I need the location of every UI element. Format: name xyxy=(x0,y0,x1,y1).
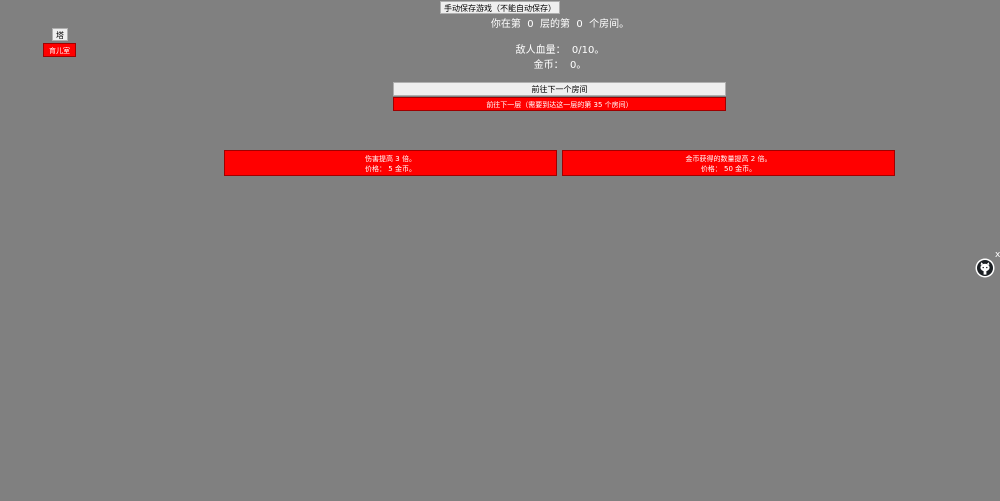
upgrade-description: 伤害提高 3 倍。 xyxy=(365,155,416,163)
upgrade-description: 金币获得的数量提高 2 倍。 xyxy=(685,155,772,163)
location-text: 你在第 0 层的第 0 个房间。 xyxy=(490,19,630,30)
upgrade-price: 价格： 5 金币。 xyxy=(365,165,416,173)
next-floor-button[interactable]: 前往下一层（需要到达这一层的第 35 个房间） xyxy=(393,97,726,111)
enemy-hp-text: 敌人血量： 0/10。 xyxy=(515,45,605,56)
next-room-button[interactable]: 前往下一个房间 xyxy=(393,82,726,96)
gold-upgrade-button[interactable]: 金币获得的数量提高 2 倍。 价格： 50 金币。 xyxy=(562,150,895,176)
sidebar-red-button[interactable]: 育儿室 xyxy=(43,43,76,57)
github-octocat-icon[interactable] xyxy=(975,258,995,278)
game-page: 手动保存游戏（不能自动保存） 塔 育儿室 你在第 0 层的第 0 个房间。 敌人… xyxy=(0,0,1000,501)
tab-tower[interactable]: 塔 xyxy=(52,28,68,41)
save-game-button[interactable]: 手动保存游戏（不能自动保存） xyxy=(440,1,560,14)
gold-text: 金币： 0。 xyxy=(533,60,587,71)
upgrade-price: 价格： 50 金币。 xyxy=(700,165,757,173)
close-icon[interactable]: x xyxy=(995,250,1000,260)
damage-upgrade-button[interactable]: 伤害提高 3 倍。 价格： 5 金币。 xyxy=(224,150,557,176)
